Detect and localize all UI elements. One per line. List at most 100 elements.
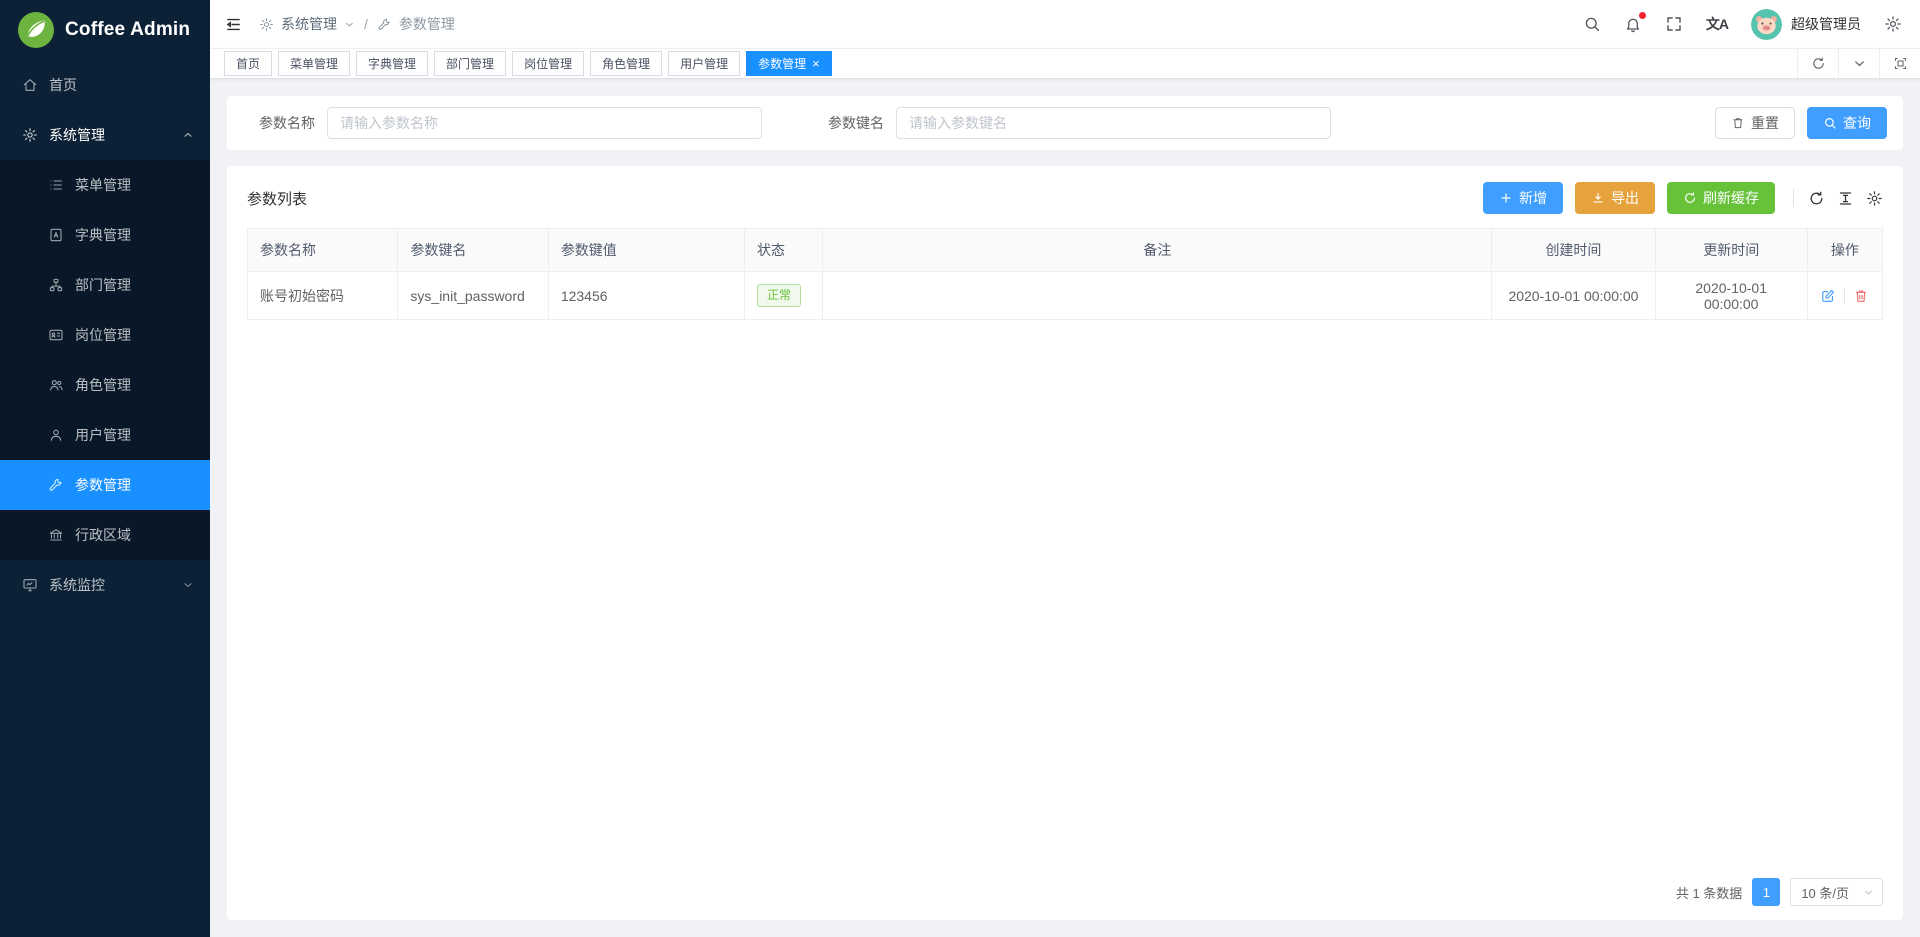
page-size-select[interactable]: 10 条/页: [1790, 878, 1883, 906]
search-form-card: 参数名称 参数键名 重置 查询: [227, 96, 1903, 150]
sidebar-item-role-management[interactable]: 角色管理: [0, 360, 210, 410]
tab-menu-management[interactable]: 菜单管理: [278, 51, 350, 76]
col-param-key: 参数键名: [398, 229, 548, 272]
export-button[interactable]: 导出: [1575, 182, 1655, 214]
add-button[interactable]: 新增: [1483, 182, 1563, 214]
col-param-value: 参数键值: [548, 229, 744, 272]
sidebar-item-dept-management[interactable]: 部门管理: [0, 260, 210, 310]
chevron-down-icon: [344, 19, 355, 30]
refresh-cache-label: 刷新缓存: [1703, 188, 1759, 208]
sidebar-item-param-management[interactable]: 参数管理: [0, 460, 210, 510]
sidebar-item-menu-management[interactable]: 菜单管理: [0, 160, 210, 210]
gear-icon: [259, 17, 274, 32]
sidebar-item-label: 字典管理: [75, 225, 131, 245]
sidebar-item-system-management[interactable]: 系统管理: [0, 110, 210, 160]
tab-dept-management[interactable]: 部门管理: [434, 51, 506, 76]
sidebar-item-label: 首页: [49, 75, 77, 95]
tab-label: 角色管理: [602, 55, 650, 72]
col-actions: 操作: [1807, 229, 1882, 272]
wrench-icon: [48, 477, 64, 493]
refresh-cache-button[interactable]: 刷新缓存: [1667, 182, 1775, 214]
refresh-tab-icon[interactable]: [1797, 49, 1838, 78]
tab-role-management[interactable]: 角色管理: [590, 51, 662, 76]
sidebar-item-user-management[interactable]: 用户管理: [0, 410, 210, 460]
tab-controls: [1797, 49, 1920, 78]
maximize-view-icon[interactable]: [1879, 49, 1920, 78]
query-label: 查询: [1843, 113, 1871, 133]
tab-label: 首页: [236, 55, 260, 72]
col-created: 创建时间: [1492, 229, 1655, 272]
home-icon: [22, 77, 38, 93]
roles-icon: [48, 377, 64, 393]
query-button[interactable]: 查询: [1807, 107, 1887, 139]
add-label: 新增: [1519, 188, 1547, 208]
bank-icon: [48, 527, 64, 543]
sidebar-item-label: 岗位管理: [75, 325, 131, 345]
param-table: 参数名称 参数键名 参数键值 状态 备注 创建时间 更新时间 操作 账号初始密码: [247, 228, 1883, 320]
refresh-table-icon[interactable]: [1808, 190, 1825, 207]
tab-bar: 首页 菜单管理 字典管理 部门管理 岗位管理 角色管理 用户管理 参数管理 ×: [210, 49, 1920, 79]
wrench-icon: [377, 17, 392, 32]
page-content: 参数名称 参数键名 重置 查询: [210, 79, 1920, 937]
header-actions: 文A 超级管理员: [1583, 9, 1902, 40]
fullscreen-icon[interactable]: [1665, 15, 1683, 33]
sidebar: Coffee Admin 首页 系统管理 菜单管理 字典管理: [0, 0, 210, 937]
param-key-input[interactable]: [896, 107, 1331, 139]
tab-options-chevron-icon[interactable]: [1838, 49, 1879, 78]
tab-label: 参数管理: [758, 55, 806, 72]
table-row: 账号初始密码 sys_init_password 123456 正常 2020-…: [248, 272, 1883, 320]
sidebar-item-label: 角色管理: [75, 375, 131, 395]
sidebar-item-home[interactable]: 首页: [0, 60, 210, 110]
page-number-button[interactable]: 1: [1752, 878, 1780, 906]
notifications-bell-icon[interactable]: [1624, 15, 1642, 33]
sidebar-submenu: 菜单管理 字典管理 部门管理 岗位管理 角色管理: [0, 160, 210, 560]
reset-button[interactable]: 重置: [1715, 107, 1795, 139]
param-name-input[interactable]: [327, 107, 762, 139]
tab-home[interactable]: 首页: [224, 51, 272, 76]
main-area: 系统管理 / 参数管理 文A 超级管理员: [210, 0, 1920, 937]
status-badge: 正常: [757, 284, 801, 307]
sidebar-item-dict-management[interactable]: 字典管理: [0, 210, 210, 260]
app-logo: Coffee Admin: [0, 0, 210, 60]
avatar: [1751, 9, 1782, 40]
cell-param-name: 账号初始密码: [248, 272, 398, 320]
table-header-row: 参数名称 参数键名 参数键值 状态 备注 创建时间 更新时间 操作: [248, 229, 1883, 272]
col-updated: 更新时间: [1655, 229, 1807, 272]
breadcrumb: 系统管理 / 参数管理: [259, 14, 455, 34]
row-density-icon[interactable]: [1837, 190, 1854, 207]
trash-icon: [1731, 116, 1745, 130]
delete-icon[interactable]: [1853, 288, 1869, 304]
cell-status: 正常: [745, 272, 823, 320]
open-tabs: 首页 菜单管理 字典管理 部门管理 岗位管理 角色管理 用户管理 参数管理 ×: [224, 51, 832, 76]
total-count-text: 共 1 条数据: [1676, 883, 1742, 902]
close-tab-icon[interactable]: ×: [812, 57, 820, 70]
sidebar-item-post-management[interactable]: 岗位管理: [0, 310, 210, 360]
breadcrumb-separator: /: [364, 16, 368, 32]
search-icon[interactable]: [1583, 15, 1601, 33]
tab-label: 用户管理: [680, 55, 728, 72]
monitor-icon: [22, 577, 38, 593]
app-root: Coffee Admin 首页 系统管理 菜单管理 字典管理: [0, 0, 1920, 937]
action-divider: [1844, 289, 1845, 303]
form-item-param-name: 参数名称: [243, 107, 762, 139]
gear-icon: [22, 127, 38, 143]
card-header: 参数列表 新增 导出 刷新缓存: [247, 182, 1883, 214]
settings-gear-icon[interactable]: [1884, 15, 1902, 33]
col-remark: 备注: [823, 229, 1492, 272]
tab-user-management[interactable]: 用户管理: [668, 51, 740, 76]
table-actions: 新增 导出 刷新缓存: [1483, 182, 1883, 214]
sidebar-item-system-monitor[interactable]: 系统监控: [0, 560, 210, 610]
column-settings-gear-icon[interactable]: [1866, 190, 1883, 207]
tab-dict-management[interactable]: 字典管理: [356, 51, 428, 76]
sidebar-item-admin-region[interactable]: 行政区域: [0, 510, 210, 560]
user-menu[interactable]: 超级管理员: [1751, 9, 1861, 40]
cell-actions: [1807, 272, 1882, 320]
tab-param-management[interactable]: 参数管理 ×: [746, 51, 832, 76]
collapse-sidebar-icon[interactable]: [224, 16, 243, 33]
param-key-label: 参数键名: [812, 113, 884, 133]
translate-icon[interactable]: 文A: [1706, 14, 1728, 34]
edit-icon[interactable]: [1820, 288, 1836, 304]
tab-post-management[interactable]: 岗位管理: [512, 51, 584, 76]
list-icon: [48, 177, 64, 193]
breadcrumb-item[interactable]: 系统管理: [281, 14, 337, 34]
